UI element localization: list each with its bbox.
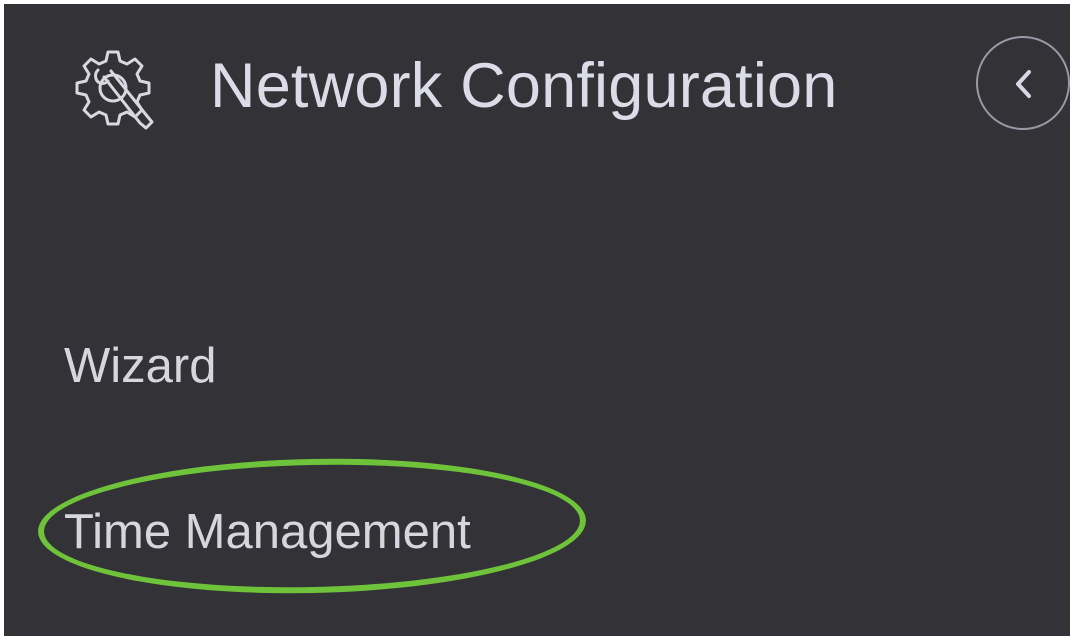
chevron-left-icon xyxy=(1016,70,1031,98)
nav-header: Network Configuration xyxy=(4,4,1070,164)
nav-item-time-management[interactable]: Time Management xyxy=(64,502,471,562)
nav-item-wizard[interactable]: Wizard xyxy=(64,336,216,396)
collapse-sidebar-button[interactable] xyxy=(976,36,1070,130)
gear-wrench-icon xyxy=(70,44,160,134)
nav-title: Network Configuration xyxy=(210,51,838,121)
sidebar-panel: Network Configuration Wizard Time Manage… xyxy=(4,4,1070,636)
